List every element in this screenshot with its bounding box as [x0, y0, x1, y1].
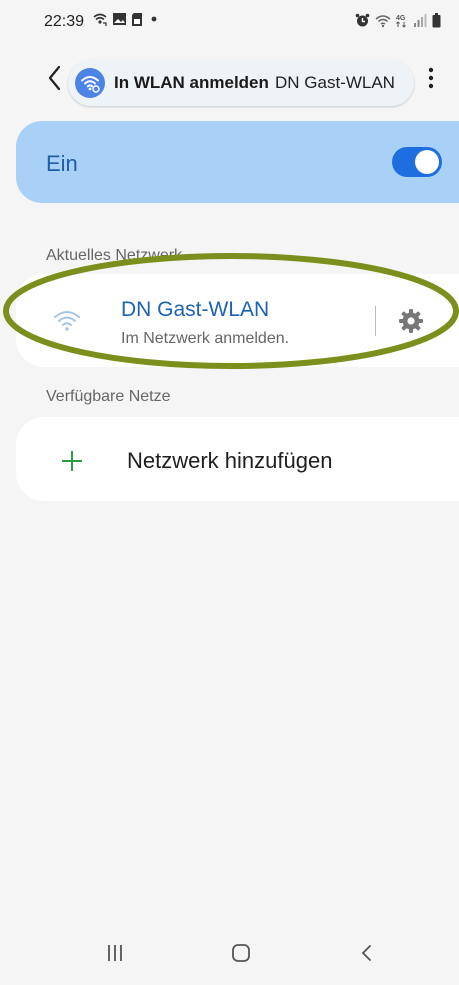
recent-apps-icon[interactable] [106, 943, 124, 963]
more-vert-icon [428, 67, 434, 89]
home-icon[interactable] [231, 943, 251, 963]
signal-icon [414, 14, 427, 27]
current-network-status: Im Netzwerk anmelden. [121, 330, 290, 347]
wifi-badge [75, 68, 105, 98]
wifi-calling-icon [93, 13, 107, 26]
lte-4g-icon: 4G [396, 15, 406, 28]
wifi-switch[interactable] [392, 147, 442, 177]
plus-icon [62, 451, 82, 471]
image-icon [113, 13, 126, 25]
current-network-name: DN Gast-WLAN [121, 298, 270, 321]
more-options-button[interactable] [424, 64, 438, 94]
banner-network-name: DN Gast-WLAN [275, 73, 395, 92]
sim-icon [132, 12, 142, 26]
add-network-item[interactable]: Netzwerk hinzufügen [16, 417, 459, 501]
dot-icon [151, 16, 157, 22]
status-right-icons: 4G [355, 13, 441, 28]
toggle-label: Ein [46, 151, 78, 176]
sign-in-banner[interactable]: In WLAN anmelden DN Gast-WLAN [68, 60, 414, 106]
status-left-icons [92, 11, 161, 27]
chevron-left-icon [48, 65, 61, 91]
wifi-master-toggle-row[interactable]: Ein [16, 121, 459, 203]
wifi-icon [375, 14, 391, 27]
status-bar: 22:39 4G [0, 0, 459, 44]
divider [375, 306, 376, 336]
status-time: 22:39 [44, 13, 85, 30]
svg-text:4G: 4G [396, 15, 406, 22]
add-network-label: Netzwerk hinzufügen [127, 448, 333, 473]
alarm-icon [355, 13, 370, 27]
banner-title: In WLAN anmelden [114, 73, 269, 92]
section-current-network: Aktuelles Netzwerk [46, 247, 183, 264]
switch-knob [415, 150, 439, 174]
section-available-networks: Verfügbare Netze [46, 388, 171, 405]
wifi-icon [81, 76, 100, 93]
back-icon[interactable] [360, 943, 374, 963]
wifi-icon [54, 311, 80, 331]
back-button[interactable] [44, 62, 68, 94]
system-nav-bar [0, 925, 459, 985]
battery-icon [432, 13, 441, 28]
current-network-item[interactable]: DN Gast-WLAN Im Netzwerk anmelden. [16, 274, 459, 367]
gear-icon[interactable] [398, 308, 424, 334]
